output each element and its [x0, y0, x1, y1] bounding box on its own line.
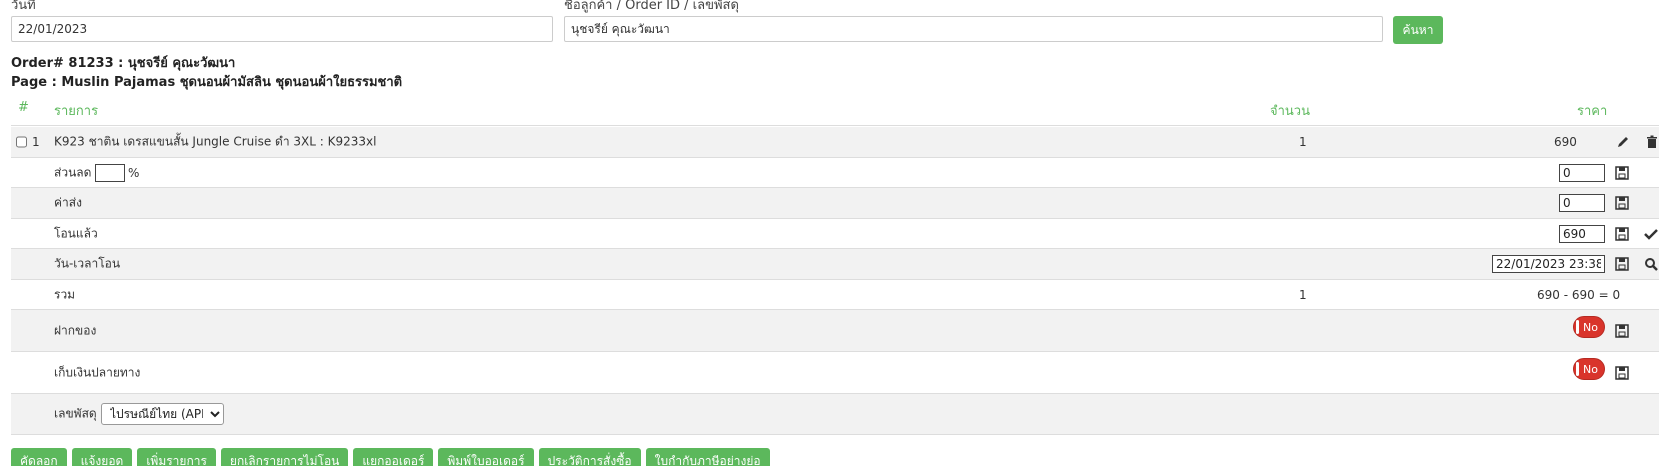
date-input[interactable] [11, 16, 553, 42]
split-order-button[interactable]: แยกออเดอร์ [353, 448, 434, 466]
item-index: 1 [32, 135, 40, 149]
discount-row: ส่วนลด % [11, 158, 1659, 188]
item-name: K923 ชาติน เดรสแขนสั้น Jungle Cruise ดำ … [54, 134, 377, 149]
save-icon[interactable] [1615, 257, 1629, 271]
discount-label: ส่วนลด [54, 165, 92, 179]
total-qty: 1 [1299, 287, 1307, 302]
add-item-button[interactable]: เพิ่มรายการ [137, 448, 216, 466]
save-icon[interactable] [1615, 226, 1629, 241]
transferred-input[interactable] [1559, 224, 1605, 243]
col-index-header: # [18, 100, 29, 115]
order-page: Page : Muslin Pajamas ชุดนอนผ้ามัสลิน ชุ… [11, 75, 403, 90]
col-qty-header: จำนวน [1270, 104, 1310, 119]
tracking-label: เลขพัสดุ [54, 406, 97, 421]
shipping-input[interactable] [1559, 194, 1605, 212]
total-label: รวม [54, 287, 76, 301]
col-item-header: รายการ [54, 104, 99, 119]
discount-percent-input[interactable] [95, 163, 125, 182]
shipping-row: ค่าส่ง [11, 188, 1659, 219]
notify-total-button[interactable]: แจ้งยอด [71, 448, 133, 466]
cod-label: เก็บเงินปลายทาง [54, 365, 141, 379]
order-title: Order# 81233 : นุชจรีย์ คุณะวัฒนา [11, 56, 236, 71]
transfer-time-label: วัน-เวลาโอน [54, 256, 121, 271]
transferred-label: โอนแล้ว [54, 226, 98, 240]
search-icon[interactable] [1644, 257, 1658, 271]
edit-icon[interactable] [1616, 135, 1630, 149]
copy-button[interactable]: คัดลอก [11, 448, 67, 466]
print-order-button[interactable]: พิมพ์ใบออเดอร์ [438, 448, 534, 466]
col-price-header: ราคา [1577, 104, 1608, 119]
percent-sign: % [128, 165, 140, 180]
save-icon[interactable] [1615, 365, 1629, 380]
table-header: # รายการ จำนวน ราคา [11, 96, 1659, 126]
deposit-row: ฝากของ No [11, 310, 1659, 352]
trash-icon[interactable] [1645, 135, 1659, 149]
tracking-row: เลขพัสดุ ไปรษณีย์ไทย (API) [11, 394, 1659, 435]
discount-value-input[interactable] [1559, 163, 1605, 182]
cod-toggle[interactable]: No [1573, 357, 1605, 380]
transferred-row: โอนแล้ว [11, 219, 1659, 249]
carrier-select[interactable]: ไปรษณีย์ไทย (API) [101, 403, 224, 425]
shipping-label: ค่าส่ง [54, 195, 82, 210]
item-row: 1 K923 ชาติน เดรสแขนสั้น Jungle Cruise ด… [11, 127, 1659, 158]
short-tax-invoice-button[interactable]: ใบกำกับภาษีอย่างย่อ [645, 448, 770, 466]
order-history-button[interactable]: ประวัติการสั่งซื้อ [538, 448, 641, 466]
action-bar: คัดลอก แจ้งยอด เพิ่มรายการ ยกเลิกรายการไ… [11, 448, 770, 466]
deposit-label: ฝากของ [54, 323, 97, 337]
total-summary: 690 - 690 = 0 [1537, 287, 1621, 302]
search-button[interactable]: ค้นหา [1393, 16, 1443, 44]
item-checkbox[interactable] [16, 136, 27, 148]
cancel-untransferred-button[interactable]: ยกเลิกรายการไม่โอน [220, 448, 349, 466]
save-icon[interactable] [1615, 323, 1629, 338]
cod-row: เก็บเงินปลายทาง No [11, 352, 1659, 394]
item-price: 690 [1554, 135, 1577, 149]
total-row: รวม 1 690 - 690 = 0 [11, 280, 1659, 310]
date-label: วันที่ [11, 0, 36, 13]
customer-search-label: ชื่อลูกค้า / Order ID / เลขพัสดุ [564, 0, 739, 13]
deposit-toggle[interactable]: No [1573, 315, 1605, 338]
customer-search-input[interactable] [564, 16, 1383, 42]
transfer-time-input[interactable] [1492, 255, 1605, 273]
save-icon[interactable] [1615, 165, 1629, 180]
item-qty: 1 [1299, 135, 1307, 149]
check-icon[interactable] [1644, 227, 1658, 241]
save-icon[interactable] [1615, 196, 1629, 210]
transfer-time-row: วัน-เวลาโอน [11, 249, 1659, 280]
